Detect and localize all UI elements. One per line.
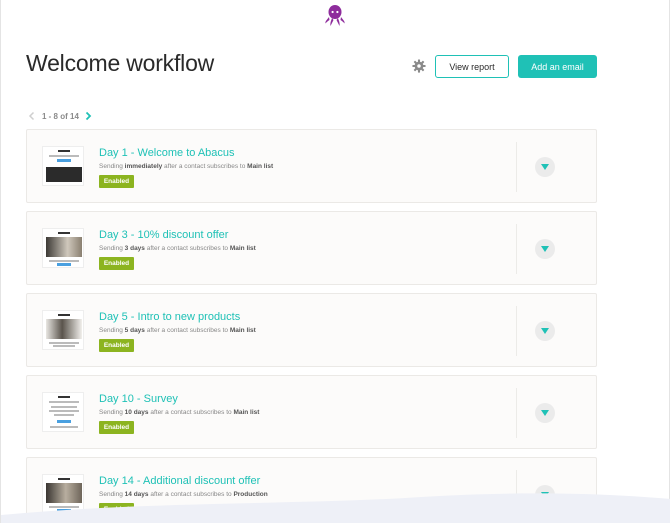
status-badge: Enabled xyxy=(99,503,134,516)
pagination-range: 1 - 8 of 14 xyxy=(42,111,79,121)
email-schedule: Sending 10 days after a contact subscrib… xyxy=(99,409,260,416)
view-report-button[interactable]: View report xyxy=(435,55,509,78)
email-thumbnail xyxy=(42,228,84,268)
pagination: 1 - 8 of 14 xyxy=(27,110,93,122)
status-badge: Enabled xyxy=(99,257,134,270)
email-card[interactable]: Day 14 - Additional discount offer Sendi… xyxy=(26,457,597,523)
caret-down-icon xyxy=(541,246,549,252)
email-card[interactable]: Day 3 - 10% discount offer Sending 3 day… xyxy=(26,211,597,285)
email-thumbnail xyxy=(42,146,84,186)
email-schedule: Sending 14 days after a contact subscrib… xyxy=(99,491,268,498)
email-title[interactable]: Day 5 - Intro to new products xyxy=(99,311,240,323)
status-badge: Enabled xyxy=(99,339,134,352)
caret-down-icon xyxy=(541,164,549,170)
expand-button[interactable] xyxy=(535,157,555,177)
email-thumbnail xyxy=(42,474,84,514)
divider xyxy=(516,306,517,356)
expand-button[interactable] xyxy=(535,403,555,423)
email-title[interactable]: Day 3 - 10% discount offer xyxy=(99,229,228,241)
expand-button[interactable] xyxy=(535,321,555,341)
caret-down-icon xyxy=(541,410,549,416)
email-card[interactable]: Day 10 - Survey Sending 10 days after a … xyxy=(26,375,597,449)
divider xyxy=(516,470,517,520)
caret-down-icon xyxy=(541,492,549,498)
email-card[interactable]: Day 5 - Intro to new products Sending 5 … xyxy=(26,293,597,367)
top-bar xyxy=(1,0,669,30)
email-card[interactable]: Day 1 - Welcome to Abacus Sending immedi… xyxy=(26,129,597,203)
chevron-left-icon[interactable] xyxy=(27,111,37,121)
caret-down-icon xyxy=(541,328,549,334)
page-title: Welcome workflow xyxy=(26,50,215,76)
email-thumbnail xyxy=(42,392,84,432)
divider xyxy=(516,388,517,438)
chevron-right-icon[interactable] xyxy=(83,111,93,121)
email-title[interactable]: Day 1 - Welcome to Abacus xyxy=(99,147,235,159)
email-schedule: Sending 5 days after a contact subscribe… xyxy=(99,327,256,334)
octopus-icon[interactable] xyxy=(324,4,346,28)
expand-button[interactable] xyxy=(535,485,555,505)
add-email-button[interactable]: Add an email xyxy=(518,55,597,78)
expand-button[interactable] xyxy=(535,239,555,259)
email-schedule: Sending 3 days after a contact subscribe… xyxy=(99,245,256,252)
email-schedule: Sending immediately after a contact subs… xyxy=(99,163,274,170)
gear-icon[interactable] xyxy=(412,59,426,73)
email-thumbnail xyxy=(42,310,84,350)
divider xyxy=(516,142,517,192)
divider xyxy=(516,224,517,274)
email-list: Day 1 - Welcome to Abacus Sending immedi… xyxy=(26,129,597,523)
email-title[interactable]: Day 10 - Survey xyxy=(99,393,178,405)
email-title[interactable]: Day 14 - Additional discount offer xyxy=(99,475,260,487)
status-badge: Enabled xyxy=(99,175,134,188)
status-badge: Enabled xyxy=(99,421,134,434)
